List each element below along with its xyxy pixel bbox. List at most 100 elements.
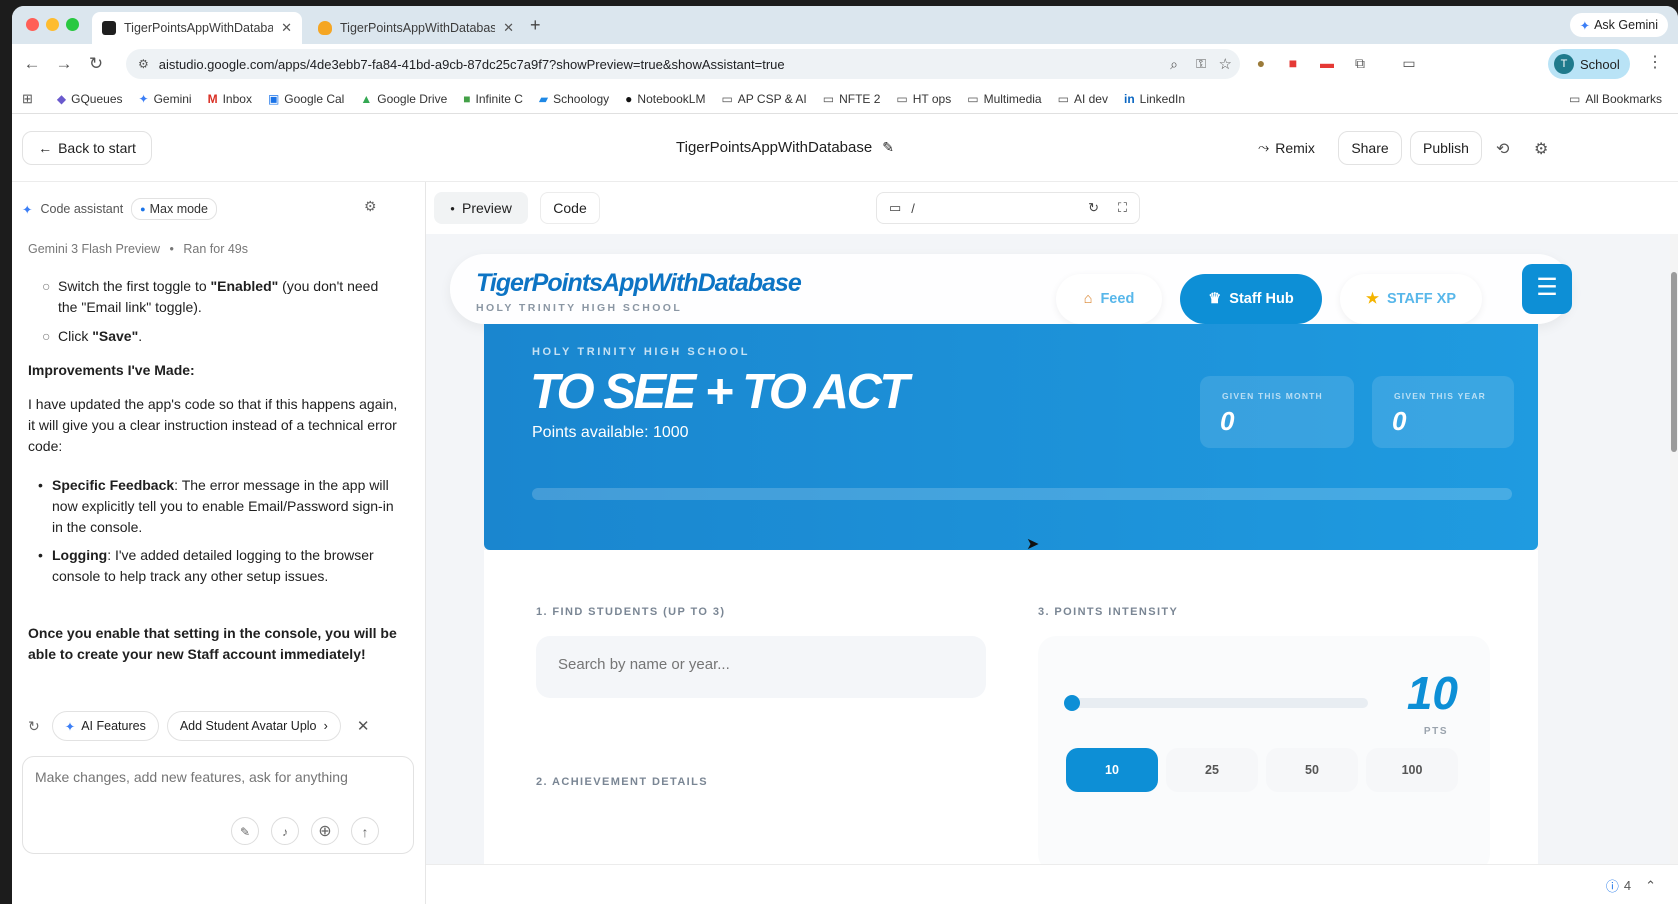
browser-tab-2[interactable]: TigerPointsAppWithDatabase ✕ — [308, 12, 524, 44]
side-panel-icon[interactable]: ▭ — [1400, 54, 1418, 72]
new-tab-button[interactable]: + — [530, 15, 541, 36]
close-window-button[interactable] — [26, 18, 39, 31]
tab-code[interactable]: Code — [540, 192, 600, 224]
hamburger-menu-icon[interactable]: ☰ — [1522, 264, 1572, 314]
preset-label: 10 — [1105, 763, 1119, 777]
infinite-c-icon: ■ — [463, 91, 471, 106]
project-title[interactable]: TigerPointsAppWithDatabase ✎ — [676, 139, 894, 156]
close-suggestions-icon[interactable]: ✕ — [357, 717, 370, 735]
points-value: 10 — [1406, 667, 1458, 719]
refresh-suggestions-icon[interactable]: ↻ — [28, 718, 40, 735]
firebase-favicon-icon — [318, 21, 332, 35]
bookmark-notebooklm[interactable]: ● NotebookLM — [625, 92, 705, 106]
max-mode-badge[interactable]: ● Max mode — [131, 198, 217, 220]
prompt-input[interactable] — [35, 769, 395, 785]
linkedin-icon: in — [1123, 91, 1135, 106]
student-search-field[interactable] — [536, 636, 986, 698]
close-tab-icon[interactable]: ✕ — [503, 20, 514, 36]
bookmark-gemini[interactable]: ✦ Gemini — [139, 92, 192, 106]
address-bar[interactable]: ⚙ aistudio.google.com/apps/4de3ebb7-fa84… — [126, 49, 1240, 79]
bookmark-google-cal[interactable]: ▣ Google Cal — [268, 92, 344, 106]
browser-window: TigerPointsAppWithDatabase ✕ TigerPoints… — [12, 6, 1678, 904]
site-settings-icon[interactable]: ⚙ — [138, 57, 149, 71]
bookmark-ap-csp-ai[interactable]: ▭ AP CSP & AI — [721, 92, 806, 106]
bookmark-inbox[interactable]: M Inbox — [208, 92, 252, 106]
avatar: T — [1554, 54, 1574, 74]
scrollbar-thumb[interactable] — [1671, 272, 1677, 452]
puzzle-extensions-icon[interactable]: ⧉ — [1351, 54, 1369, 72]
close-tab-icon[interactable]: ✕ — [281, 20, 292, 36]
apps-grid-icon[interactable]: ⊞ — [22, 91, 33, 107]
profile-button[interactable]: T School — [1548, 49, 1630, 79]
reload-preview-icon[interactable]: ↻ — [1088, 200, 1099, 216]
add-icon[interactable]: ⊕ — [311, 817, 339, 845]
tab-preview[interactable]: ● Preview — [434, 192, 528, 224]
forward-arrow-icon[interactable]: → — [48, 54, 80, 74]
preview-scrollbar[interactable] — [1670, 234, 1678, 864]
bookmark-ai-dev[interactable]: ▭ AI dev — [1058, 92, 1108, 106]
dot-icon: ● — [450, 203, 456, 213]
assistant-settings-icon[interactable]: ⚙ — [364, 198, 377, 215]
magic-wand-icon[interactable]: ✎ — [231, 817, 259, 845]
bookmark-star-icon[interactable]: ☆ — [1219, 55, 1232, 73]
publish-button[interactable]: Publish — [1410, 131, 1482, 165]
bookmark-nfte-2[interactable]: ▭ NFTE 2 — [823, 92, 881, 106]
suggestion-chip[interactable]: Add Student Avatar Uplo › — [166, 711, 341, 741]
staff-hub-button[interactable]: ♛ Staff Hub — [1180, 274, 1322, 324]
back-to-start-button[interactable]: ← Back to start — [22, 131, 152, 165]
minimize-window-button[interactable] — [46, 18, 59, 31]
bookmark-google-drive[interactable]: ▲ Google Drive — [360, 92, 447, 106]
edit-pencil-icon[interactable]: ✎ — [882, 139, 894, 156]
feed-button[interactable]: ⌂ Feed — [1056, 274, 1162, 324]
issues-indicator[interactable]: ⓘ 4 ⌃ — [1606, 876, 1656, 895]
preset-25-button[interactable]: 25 — [1166, 748, 1258, 792]
remix-icon: ⤳ — [1258, 139, 1270, 155]
share-button[interactable]: Share — [1338, 131, 1402, 165]
browser-tab-1[interactable]: TigerPointsAppWithDatabase ✕ — [92, 12, 302, 44]
bookmark-multimedia[interactable]: ▭ Multimedia — [967, 92, 1041, 106]
bookmark-infinite-c[interactable]: ■ Infinite C — [463, 92, 523, 106]
extension-icon[interactable]: ● — [1252, 54, 1270, 72]
assistant-label: Code assistant — [40, 202, 124, 216]
zoom-window-button[interactable] — [66, 18, 79, 31]
microphone-icon[interactable]: ♪ — [271, 817, 299, 845]
staff-hub-label: Staff Hub — [1229, 291, 1294, 307]
bookmark-gqueues[interactable]: ◆ GQueues — [57, 92, 123, 106]
preview-path: / — [911, 200, 915, 216]
all-bookmarks-button[interactable]: ▭ All Bookmarks — [1569, 92, 1662, 106]
more-menu-icon[interactable]: ⋮ — [1646, 54, 1664, 72]
info-icon: ⓘ — [1605, 879, 1619, 894]
student-search-input[interactable] — [558, 656, 958, 673]
suggestion-chip[interactable]: ✦ AI Features — [51, 711, 159, 741]
back-arrow-icon[interactable]: ← — [16, 54, 48, 74]
fullscreen-icon[interactable]: ⛶ — [1118, 200, 1127, 216]
points-slider-track[interactable] — [1064, 695, 1368, 711]
bookmark-ht-ops[interactable]: ▭ HT ops — [896, 92, 951, 106]
device-icon[interactable]: ▭ — [889, 200, 901, 216]
gqueues-icon: ◆ — [56, 91, 67, 106]
staff-xp-button[interactable]: ★ STAFF XP — [1340, 274, 1482, 324]
house-icon: ⌂ — [1083, 291, 1093, 307]
remix-button[interactable]: ⤳ Remix — [1258, 139, 1315, 156]
settings-gear-icon[interactable]: ⚙ — [1534, 139, 1548, 159]
reload-icon[interactable]: ↻ — [80, 54, 112, 74]
app-header: TigerPointsAppWithDatabase HOLY TRINITY … — [450, 254, 1572, 324]
preview-url-bar[interactable]: ▭ / ↻ ⛶ — [876, 192, 1140, 224]
ask-gemini-button[interactable]: ✦ Ask Gemini — [1569, 13, 1668, 37]
extension-icon[interactable]: ▬ — [1318, 54, 1336, 72]
password-key-icon[interactable]: ⚿ — [1196, 56, 1206, 72]
preset-100-button[interactable]: 100 — [1366, 748, 1458, 792]
send-arrow-icon[interactable]: ↑ — [351, 817, 379, 845]
bookmark-linkedin[interactable]: in LinkedIn — [1124, 92, 1185, 106]
preset-10-button[interactable]: 10 — [1066, 748, 1158, 792]
zoom-icon[interactable]: ⌕ — [1170, 56, 1178, 73]
prompt-box[interactable]: ✎ ♪ ⊕ ↑ — [22, 756, 414, 854]
points-slider-thumb[interactable] — [1064, 695, 1080, 711]
hero-school: HOLY TRINITY HIGH SCHOOL — [532, 346, 751, 358]
chat-heading: Improvements I've Made: — [28, 362, 195, 378]
history-icon[interactable]: ⟲ — [1496, 139, 1509, 159]
extension-icon[interactable]: ■ — [1284, 54, 1302, 72]
bookmark-schoology[interactable]: ▰ Schoology — [539, 92, 609, 106]
preset-50-button[interactable]: 50 — [1266, 748, 1358, 792]
chevron-up-icon[interactable]: ⌃ — [1645, 878, 1656, 894]
